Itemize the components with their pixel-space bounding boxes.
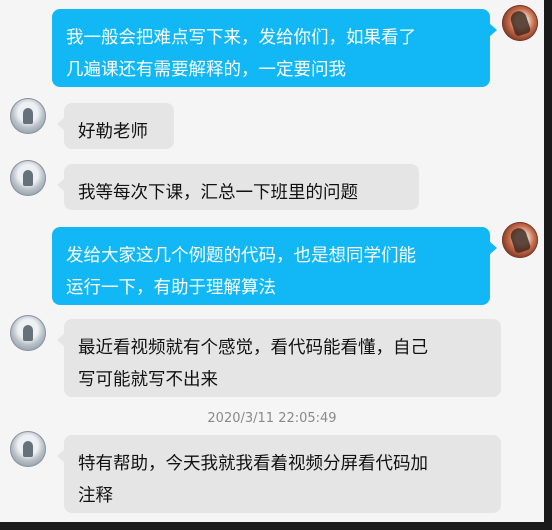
student-avatar[interactable] <box>10 98 46 134</box>
student-avatar[interactable] <box>10 431 46 467</box>
chat-window: 我一般会把难点写下来，发给你们，如果看了 几遍课还有需要解释的，一定要问我 好勒… <box>0 0 552 530</box>
chat-message-bubble[interactable]: 我等每次下课，汇总一下班里的问题 <box>57 164 419 210</box>
student-avatar[interactable] <box>10 160 46 196</box>
message-timestamp: 2020/3/11 22:05:49 <box>207 411 337 426</box>
student-avatar[interactable] <box>10 315 46 351</box>
chat-message-bubble[interactable]: 好勒老师 <box>57 103 174 149</box>
chat-message-bubble[interactable]: 最近看视频就有个感觉，看代码能看懂，自己 写可能就写不出来 <box>57 319 501 397</box>
teacher-avatar[interactable] <box>502 222 538 258</box>
chat-message-bubble[interactable]: 我一般会把难点写下来，发给你们，如果看了 几遍课还有需要解释的，一定要问我 <box>52 9 497 87</box>
chat-message-bubble[interactable]: 发给大家这几个例题的代码，也是想同学们能 运行一下，有助于理解算法 <box>52 227 497 305</box>
teacher-avatar[interactable] <box>502 5 538 41</box>
chat-message-bubble[interactable]: 特有帮助，今天我就我看着视频分屏看代码加 注释 <box>57 435 501 513</box>
